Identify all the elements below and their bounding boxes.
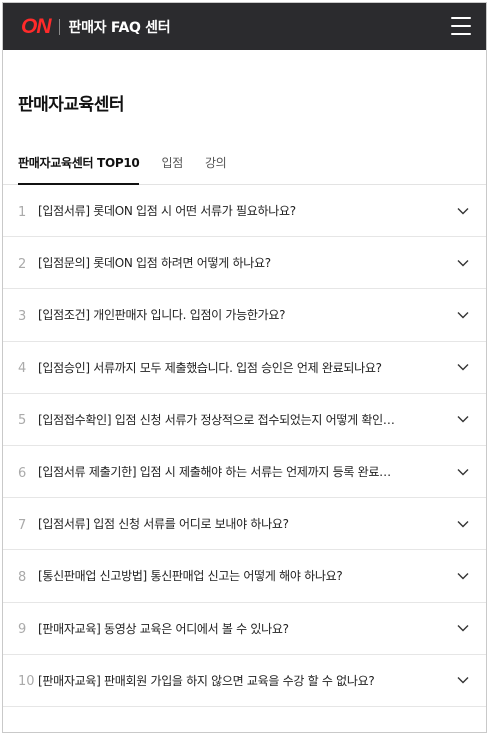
tab-entry[interactable]: 입점 <box>161 134 183 184</box>
lotte-on-logo: ON <box>21 14 51 38</box>
faq-item[interactable]: 10 [판매자교육] 판매회원 가입을 하지 않으면 교육을 수강 할 수 없나… <box>3 655 486 707</box>
faq-question: [입점조건] 개인판매자 입니다. 입점이 가능한가요? <box>38 308 286 323</box>
chevron-down-icon[interactable] <box>456 465 470 479</box>
tab-lecture[interactable]: 강의 <box>205 134 227 184</box>
faq-item[interactable]: 6 [입점서류 제출기한] 입점 시 제출해야 하는 서류는 언제까지 등록 완… <box>3 446 486 499</box>
chevron-down-icon[interactable] <box>456 360 470 374</box>
faq-number: 10 <box>18 674 35 690</box>
faq-question: [입점문의] 롯데ON 입점 하려면 어떻게 하나요? <box>38 256 271 271</box>
page-title: 판매자교육센터 <box>18 95 124 115</box>
faq-item[interactable]: 7 [입점서류] 입점 신청 서류를 어디로 보내야 하나요? <box>3 498 486 551</box>
chevron-down-icon[interactable] <box>456 256 470 270</box>
faq-number: 4 <box>18 361 27 377</box>
app-frame: ON 판매자 FAQ 센터 판매자교육센터 판매자교육센터 TOP10 입점 강… <box>2 2 487 733</box>
faq-item[interactable]: 2 [입점문의] 롯데ON 입점 하려면 어떻게 하나요? <box>3 237 486 290</box>
faq-number: 1 <box>18 204 27 220</box>
faq-item[interactable]: 8 [통신판매업 신고방법] 통신판매업 신고는 어떻게 해야 하나요? <box>3 550 486 603</box>
faq-item[interactable]: 9 [판매자교육] 동영상 교육은 어디에서 볼 수 있나요? <box>3 603 486 655</box>
faq-number: 7 <box>18 517 27 533</box>
faq-question: [입점서류 제출기한] 입점 시 제출해야 하는 서류는 언제까지 등록 완료… <box>38 465 391 480</box>
logo[interactable]: ON 판매자 FAQ 센터 <box>21 3 171 50</box>
faq-question: [판매자교육] 동영상 교육은 어디에서 볼 수 있나요? <box>38 621 289 636</box>
faq-item[interactable]: 1 [입점서류] 롯데ON 입점 시 어떤 서류가 필요하나요? <box>3 185 486 238</box>
chevron-down-icon[interactable] <box>456 673 470 687</box>
faq-number: 5 <box>18 413 27 429</box>
chevron-down-icon[interactable] <box>456 308 470 322</box>
faq-number: 3 <box>18 308 27 324</box>
logo-divider <box>58 18 60 35</box>
faq-item[interactable]: 3 [입점조건] 개인판매자 입니다. 입점이 가능한가요? <box>3 289 486 342</box>
faq-question: [입점승인] 서류까지 모두 제출했습니다. 입점 승인은 언제 완료되나요? <box>38 360 382 375</box>
faq-number: 6 <box>18 465 27 481</box>
tab-bar: 판매자교육센터 TOP10 입점 강의 <box>3 134 486 185</box>
faq-number: 8 <box>18 569 27 585</box>
hamburger-menu-icon[interactable] <box>451 17 471 35</box>
faq-question: [통신판매업 신고방법] 통신판매업 신고는 어떻게 해야 하나요? <box>38 569 343 584</box>
faq-item[interactable]: 5 [입점접수확인] 입점 신청 서류가 정상적으로 접수되었는지 어떻게 확인… <box>3 394 486 446</box>
faq-question: [판매자교육] 판매회원 가입을 하지 않으면 교육을 수강 할 수 없나요? <box>38 673 375 688</box>
faq-number: 9 <box>18 622 27 638</box>
faq-number: 2 <box>18 256 27 272</box>
site-title: 판매자 FAQ 센터 <box>68 19 171 36</box>
chevron-down-icon[interactable] <box>456 569 470 583</box>
faq-item[interactable]: 4 [입점승인] 서류까지 모두 제출했습니다. 입점 승인은 언제 완료되나요… <box>3 342 486 394</box>
chevron-down-icon[interactable] <box>456 412 470 426</box>
faq-question: [입점접수확인] 입점 신청 서류가 정상적으로 접수되었는지 어떻게 확인… <box>38 412 395 427</box>
top-header: ON 판매자 FAQ 센터 <box>3 3 486 50</box>
tab-top10[interactable]: 판매자교육센터 TOP10 <box>18 134 140 185</box>
chevron-down-icon[interactable] <box>456 517 470 531</box>
faq-question: [입점서류] 롯데ON 입점 시 어떤 서류가 필요하나요? <box>38 204 296 219</box>
faq-list: 1 [입점서류] 롯데ON 입점 시 어떤 서류가 필요하나요? 2 [입점문의… <box>3 185 486 707</box>
faq-question: [입점서류] 입점 신청 서류를 어디로 보내야 하나요? <box>38 517 289 532</box>
chevron-down-icon[interactable] <box>456 621 470 635</box>
chevron-down-icon[interactable] <box>456 204 470 218</box>
